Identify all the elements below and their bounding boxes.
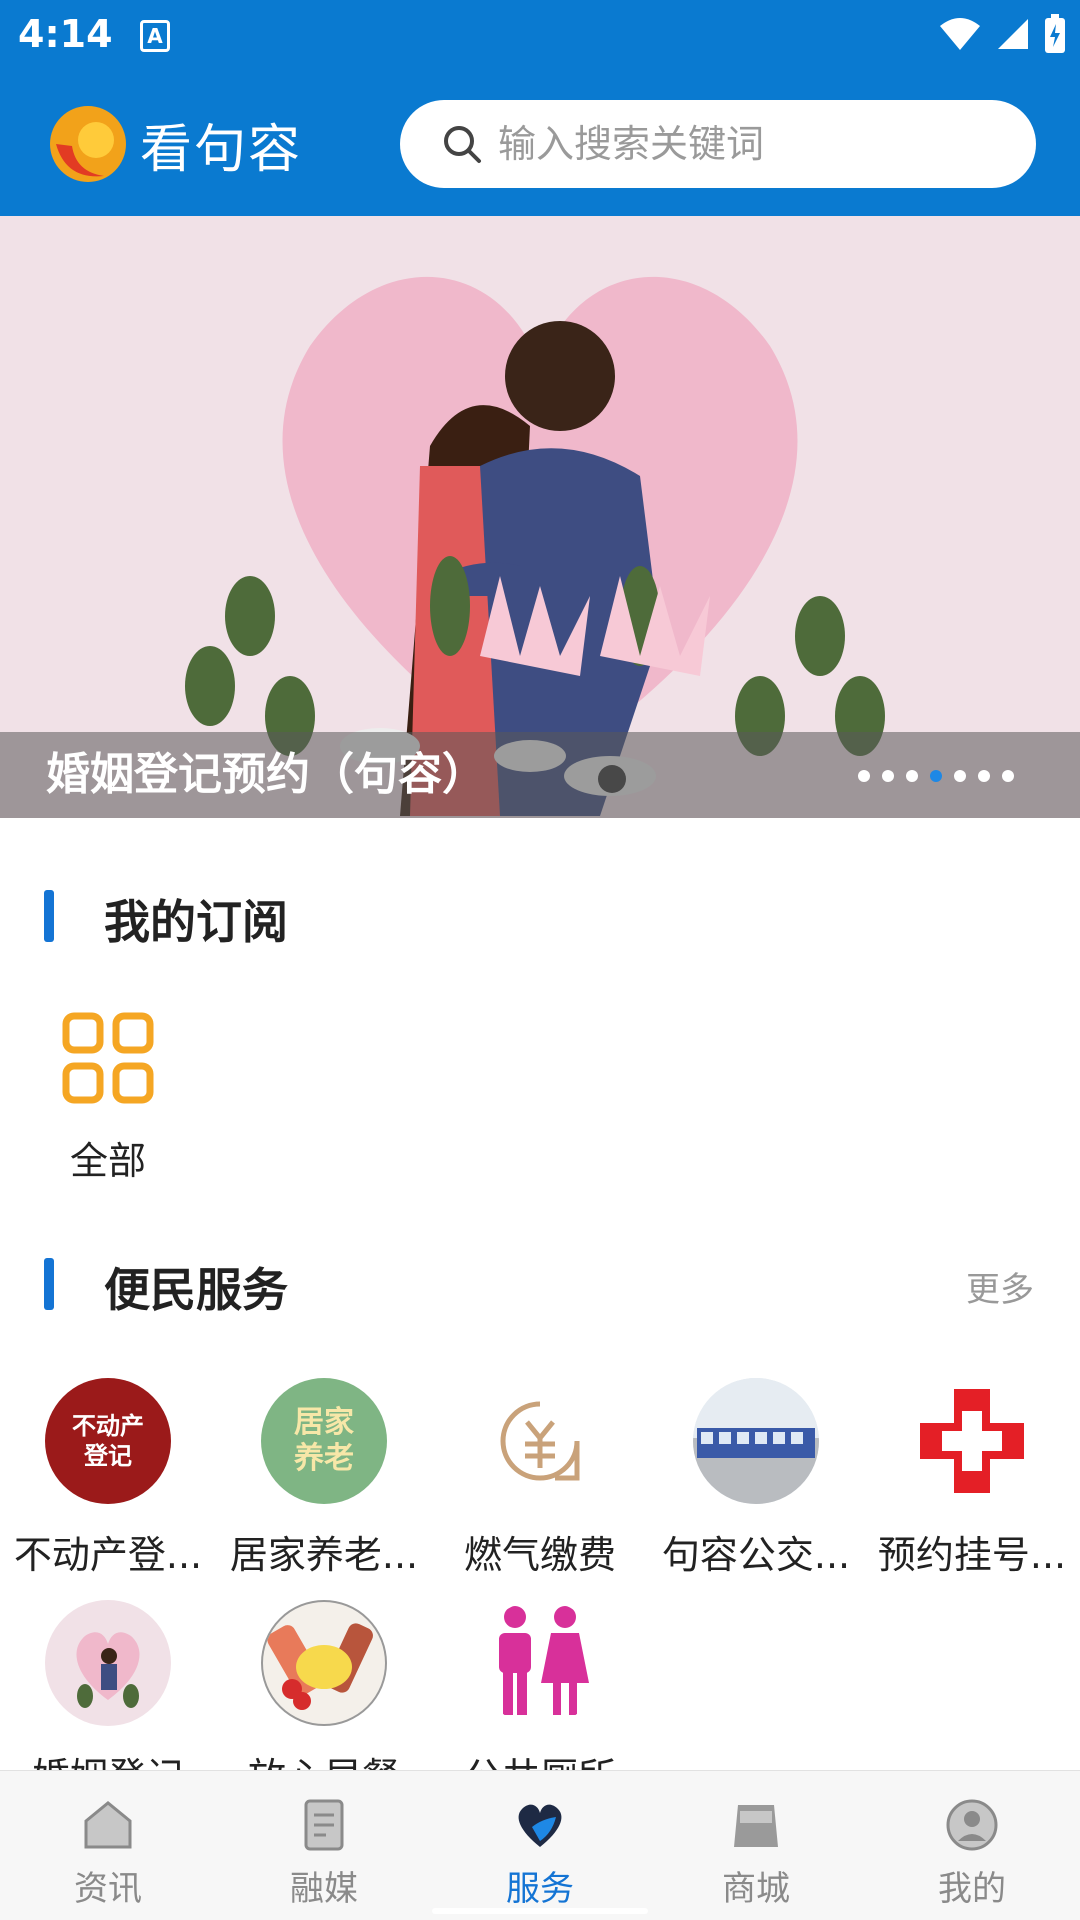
nav-label: 服务 <box>506 1869 574 1909</box>
nav-tab-profile[interactable]: 我的 <box>864 1771 1080 1920</box>
service-label: 不动产登... <box>13 1533 203 1577</box>
banner-carousel[interactable]: 婚姻登记预约（句容） <box>0 216 1080 818</box>
real-estate-icon: 不动产 登记 <box>45 1378 171 1504</box>
section-accent-bar <box>44 1258 54 1310</box>
services-more-link[interactable]: 更多 <box>966 1262 1034 1311</box>
service-label: 句容公交... <box>661 1533 851 1577</box>
banner-caption: 婚姻登记预约（句容） <box>46 749 486 800</box>
signal-icon <box>998 19 1028 49</box>
nav-label: 我的 <box>938 1869 1006 1909</box>
carousel-dot[interactable] <box>954 770 966 782</box>
heart-service-icon <box>518 1804 562 1847</box>
grid-icon <box>62 1012 154 1104</box>
home-indicator <box>432 1908 648 1914</box>
red-cross-icon <box>909 1378 1035 1504</box>
subscription-item-label: 全部 <box>69 1139 146 1183</box>
nav-tab-news[interactable]: 资讯 <box>0 1771 216 1920</box>
search-icon <box>444 126 481 163</box>
gas-payment-icon <box>477 1378 603 1504</box>
service-item-appointment[interactable]: 预约挂号... <box>864 1378 1080 1579</box>
app-title: 看句容 <box>140 119 303 180</box>
services-section-header: 便民服务 更多 <box>0 1250 1080 1320</box>
nav-tab-service[interactable]: 服务 <box>432 1771 648 1920</box>
home-icon <box>84 1801 132 1849</box>
home-care-icon: 居家 养老 <box>261 1378 387 1504</box>
service-item-real-estate[interactable]: 不动产 登记 不动产登... <box>0 1378 216 1579</box>
nav-tab-shop[interactable]: 商城 <box>648 1771 864 1920</box>
services-title: 便民服务 <box>104 1263 288 1317</box>
service-item-gas-payment[interactable]: 燃气缴费 <box>432 1378 648 1579</box>
battery-icon <box>1045 14 1065 53</box>
carousel-dot[interactable] <box>1002 770 1014 782</box>
carousel-indicator <box>858 770 1014 782</box>
marriage-icon <box>45 1600 171 1726</box>
subscription-title: 我的订阅 <box>104 895 288 949</box>
nav-tab-media[interactable]: 融媒 <box>216 1771 432 1920</box>
app-logo: 看句容 <box>46 102 302 186</box>
service-label: 居家养老... <box>229 1533 419 1577</box>
service-label: 燃气缴费 <box>463 1533 616 1577</box>
nav-label: 融媒 <box>290 1869 358 1909</box>
status-time: 4:14 <box>18 12 113 56</box>
carousel-dot[interactable] <box>882 770 894 782</box>
service-item-bus[interactable]: 句容公交... <box>648 1378 864 1579</box>
nav-label: 资讯 <box>74 1869 142 1909</box>
carousel-dot[interactable] <box>906 770 918 782</box>
carousel-dot-active[interactable] <box>930 770 942 782</box>
toilet-icon <box>477 1600 603 1726</box>
status-bar: 4:14 A <box>0 0 1080 72</box>
shop-icon <box>734 1805 778 1847</box>
document-icon <box>304 1799 344 1851</box>
logo-icon <box>50 106 126 182</box>
section-accent-bar <box>44 890 54 942</box>
bottom-navigation: 资讯 融媒 服务 商城 我的 <box>0 1770 1080 1920</box>
nav-label: 商城 <box>722 1869 790 1909</box>
couple-heart-illustration <box>185 276 885 816</box>
subscription-section-header: 我的订阅 <box>0 882 1080 952</box>
subscription-item-all[interactable]: 全部 <box>48 1012 168 1185</box>
carousel-dot[interactable] <box>858 770 870 782</box>
search-input[interactable] <box>498 122 1018 166</box>
service-label: 预约挂号... <box>877 1533 1067 1577</box>
app-header: 看句容 <box>0 72 1080 216</box>
service-item-home-care[interactable]: 居家 养老 居家养老... <box>216 1378 432 1579</box>
notification-a-icon: A <box>140 20 170 52</box>
carousel-dot[interactable] <box>978 770 990 782</box>
search-bar[interactable] <box>400 100 1036 188</box>
bus-photo-icon <box>693 1378 819 1504</box>
profile-icon <box>946 1799 998 1851</box>
wifi-icon <box>940 18 980 50</box>
breakfast-icon <box>261 1600 387 1726</box>
